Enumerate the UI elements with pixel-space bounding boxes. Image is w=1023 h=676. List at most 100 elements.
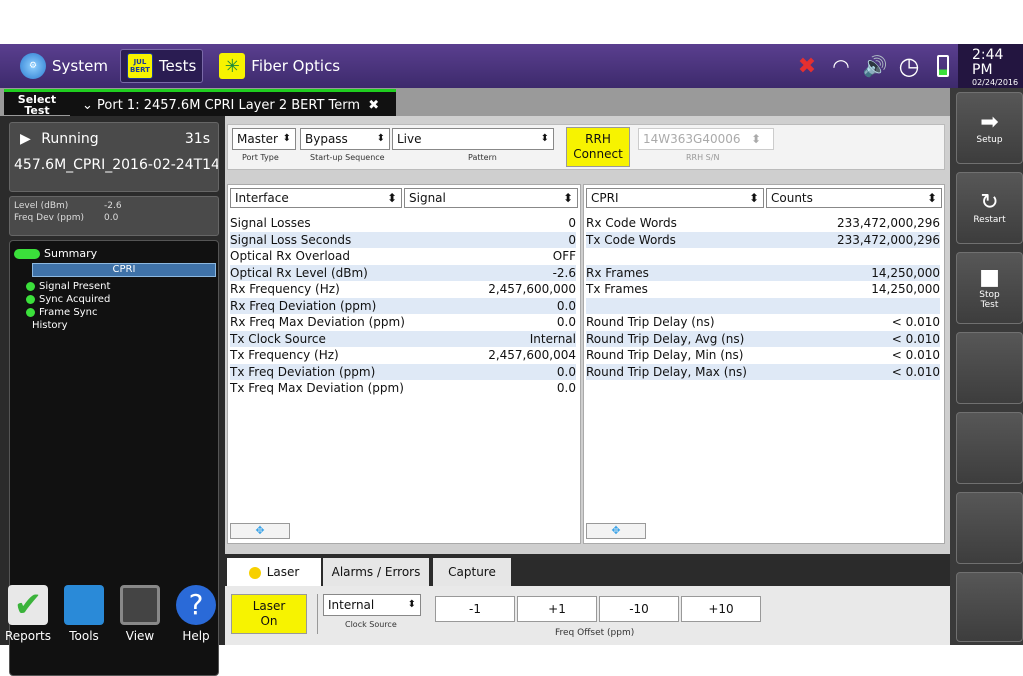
table-row: Tx Freq Deviation (ppm) 0.0 — [230, 363, 576, 380]
updown-arrow-icon: ⬍ — [926, 191, 937, 205]
interface-category-value: Signal — [409, 191, 446, 205]
status-dot-icon — [26, 295, 35, 304]
tree-summary[interactable]: Summary — [14, 247, 97, 260]
gear-icon: ⚙ — [20, 53, 46, 79]
row-value: < 0.010 — [891, 331, 940, 346]
status-icons: ✖ ◠ 🔊 ◷ — [792, 44, 958, 88]
view-button[interactable]: View — [112, 578, 168, 645]
row-value: 0.0 — [556, 298, 576, 313]
test-controls: Master ⬍ Port Type Bypass ⬍ Start-up Seque… — [227, 124, 945, 170]
cpri-category-select[interactable]: Counts ⬍ — [766, 188, 942, 208]
tree-signal-present-label: Signal Present — [39, 281, 111, 292]
view-icon — [120, 585, 160, 625]
tools-button[interactable]: Tools — [56, 578, 112, 645]
close-icon[interactable]: ✖ — [368, 98, 379, 113]
freq-offset-plus10-button[interactable]: +10 — [681, 596, 761, 622]
tree-cpri[interactable]: CPRI — [32, 263, 216, 277]
soft-key-7[interactable] — [956, 572, 1023, 642]
toolbox-icon — [64, 585, 104, 625]
port-tab[interactable]: ⌄ Port 1: 2457.6M CPRI Layer 2 BERT Term… — [70, 89, 396, 116]
row-label: Round Trip Delay, Avg (ns) — [586, 331, 745, 346]
stop-test-button[interactable]: ■ Stop Test — [956, 252, 1023, 324]
restart-button[interactable]: ↻ Restart — [956, 172, 1023, 244]
freq-offset-minus1-button[interactable]: -1 — [435, 596, 515, 622]
elapsed-time: 31s — [184, 131, 210, 147]
row-value: 0.0 — [556, 381, 576, 395]
table-row — [586, 248, 940, 265]
row-label: Signal Losses — [230, 216, 311, 230]
row-value: < 0.010 — [891, 364, 940, 379]
tree-sync-acquired[interactable]: Sync Acquired — [18, 294, 110, 305]
restart-label: Restart — [973, 215, 1006, 225]
tree-history[interactable]: History — [18, 320, 68, 331]
help-icon: ? — [176, 585, 216, 625]
cpri-rows: Rx Code Words 233,472,000,296 Tx Code Word… — [586, 215, 940, 380]
tests-button[interactable]: JUL BERT Tests — [119, 49, 204, 83]
tab-alarms-errors[interactable]: Alarms / Errors — [323, 558, 429, 586]
row-label: Optical Rx Level (dBm) — [230, 265, 368, 280]
table-row: Optical Rx Overload OFF — [230, 248, 576, 265]
rrh-sn-select[interactable]: 14W363G40006 ⬍ — [638, 128, 774, 150]
bert-icon: JUL BERT — [126, 53, 153, 79]
tree-frame-sync[interactable]: Frame Sync — [18, 307, 97, 318]
tab-capture[interactable]: Capture — [433, 558, 511, 586]
tab-laser[interactable]: Laser — [227, 558, 321, 586]
cpri-move-button[interactable]: ✥ — [586, 523, 646, 539]
row-value: 0 — [568, 216, 576, 230]
row-value: 233,472,000,296 — [836, 232, 940, 247]
row-value: Internal — [529, 331, 576, 346]
soft-key-6[interactable] — [956, 492, 1023, 564]
startup-sequence-select[interactable]: Bypass ⬍ — [300, 128, 390, 150]
pattern-select[interactable]: Live ⬍ — [392, 128, 554, 150]
reports-button[interactable]: ✔ Reports — [0, 578, 56, 645]
row-label: Tx Frames — [586, 282, 648, 296]
wifi-icon[interactable]: ◠ — [826, 51, 856, 81]
laser-on-line1: Laser — [252, 599, 286, 613]
laser-on-button[interactable]: Laser On — [231, 594, 307, 634]
port-type-label: Port Type — [242, 153, 279, 162]
interface-move-button[interactable]: ✥ — [230, 523, 290, 539]
laser-indicator-icon — [248, 566, 261, 579]
updown-arrow-icon: ⬍ — [562, 191, 573, 205]
clock-icon[interactable]: ◷ — [894, 51, 924, 81]
stop-test-line1: Stop — [979, 290, 1000, 300]
table-row: Round Trip Delay, Avg (ns) < 0.010 — [586, 330, 940, 347]
table-row: Round Trip Delay, Min (ns) < 0.010 — [586, 347, 940, 364]
speaker-icon[interactable]: 🔊 — [860, 51, 890, 81]
row-label: Tx Frequency (Hz) — [230, 348, 339, 362]
setup-button[interactable]: ➡ Setup — [956, 92, 1023, 164]
row-label: Rx Freq Deviation (ppm) — [230, 298, 377, 313]
interface-category-select[interactable]: Signal ⬍ — [404, 188, 578, 208]
network-error-icon[interactable]: ✖ — [792, 51, 822, 81]
battery-icon[interactable] — [928, 51, 958, 81]
updown-arrow-icon: ⬍ — [748, 191, 759, 205]
row-value: < 0.010 — [891, 315, 940, 329]
table-row: Tx Freq Max Deviation (ppm) 0.0 — [230, 380, 576, 397]
fiber-optics-label: Fiber Optics — [251, 57, 341, 75]
tree-signal-present[interactable]: Signal Present — [18, 281, 110, 292]
row-value: 2,457,600,004 — [488, 348, 576, 362]
clock[interactable]: 2:44 PM 02/24/2016 — [958, 44, 1023, 88]
row-label: Tx Freq Max Deviation (ppm) — [230, 381, 404, 395]
system-button[interactable]: ⚙ System — [14, 49, 114, 83]
freq-offset-minus10-button[interactable]: -10 — [599, 596, 679, 622]
fiber-optics-button[interactable]: ✳ Fiber Optics — [213, 49, 346, 83]
cpri-group-select[interactable]: CPRI ⬍ — [586, 188, 764, 208]
freq-offset-plus1-button[interactable]: +1 — [517, 596, 597, 622]
soft-key-5[interactable] — [956, 412, 1023, 484]
select-test-button[interactable]: Select Test — [4, 89, 70, 116]
table-row: Optical Rx Level (dBm) -2.6 — [230, 264, 576, 281]
reports-icon: ✔ — [8, 585, 48, 625]
updown-arrow-icon: ⬍ — [386, 191, 397, 205]
rrh-connect-button[interactable]: RRH Connect — [566, 127, 630, 167]
port-type-select[interactable]: Master ⬍ — [232, 128, 296, 150]
clock-source-select[interactable]: Internal ⬍ — [323, 594, 421, 616]
soft-key-4[interactable] — [956, 332, 1023, 404]
row-value: OFF — [552, 249, 576, 263]
row-label: Rx Frames — [586, 265, 649, 280]
help-button[interactable]: ? Help — [168, 578, 224, 645]
table-row — [586, 297, 940, 314]
run-status-box[interactable]: ▶ Running 31s 457.6M_CPRI_2016-02-24T14 — [9, 122, 219, 192]
interface-group-select[interactable]: Interface ⬍ — [230, 188, 402, 208]
clock-source-label: Clock Source — [345, 620, 397, 629]
